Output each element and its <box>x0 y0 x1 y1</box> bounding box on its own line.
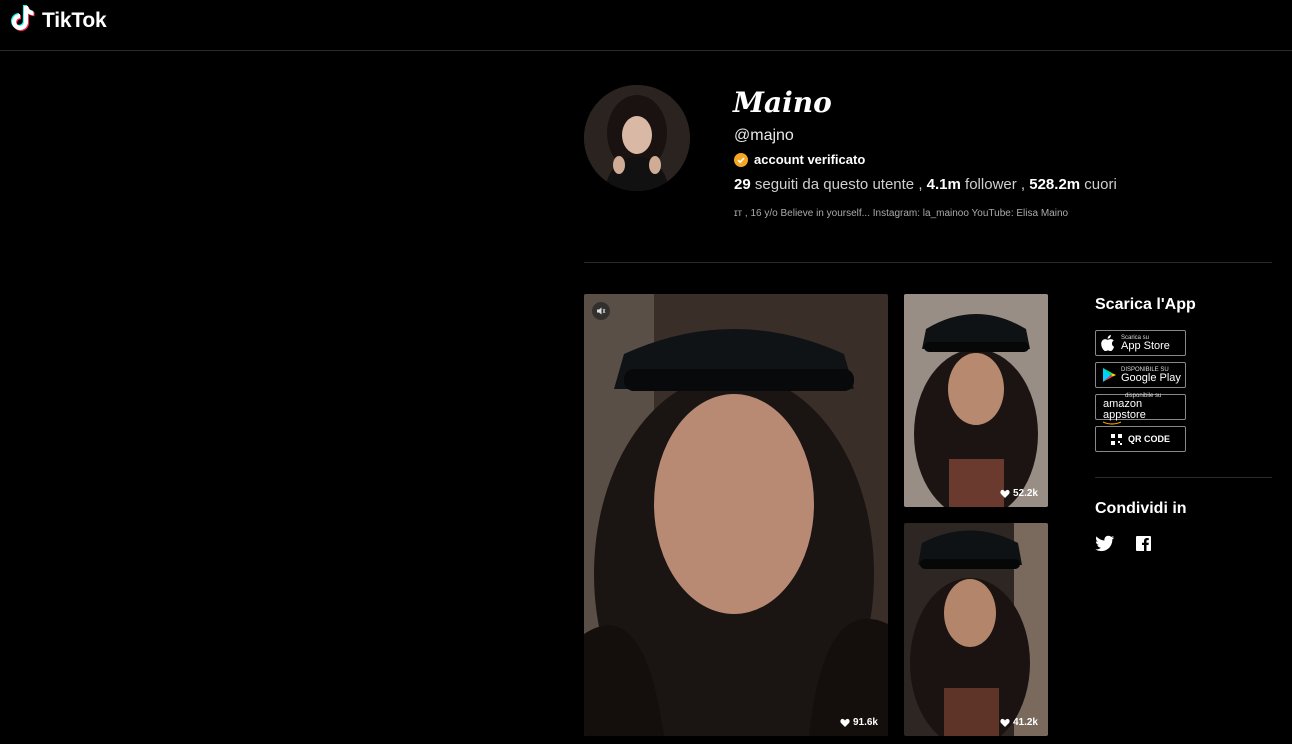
video-like-count: 41.2k <box>1000 717 1038 728</box>
verified-check-icon <box>734 152 748 167</box>
tiktok-logo-icon <box>11 4 37 37</box>
followers-label: follower <box>965 176 1017 193</box>
video-like-count: 52.2k <box>1000 488 1038 499</box>
app-store-button[interactable]: Scarica su App Store <box>1095 330 1186 356</box>
profile-display-name: Maino <box>733 86 832 119</box>
likes-label: cuori <box>1084 176 1117 193</box>
amazon-label: amazon appstore <box>1103 398 1146 421</box>
google-play-label: Google Play <box>1121 371 1181 384</box>
following-label: seguiti da questo utente <box>754 176 915 193</box>
divider <box>584 262 1272 263</box>
following-count: 29 <box>734 176 751 193</box>
video-thumbnail-1[interactable]: 91.6k <box>584 294 888 736</box>
top-bar: TikTok <box>0 0 1292 51</box>
followers-count: 4.1m <box>926 176 961 193</box>
video-thumbnail-2[interactable]: 52.2k <box>904 294 1048 507</box>
app-store-label: App Store <box>1121 339 1170 352</box>
amazon-appstore-button[interactable]: disponibile su amazon appstore <box>1095 393 1186 425</box>
profile-stats: 29 seguiti da questo utente , 4.1m follo… <box>734 176 1117 193</box>
heart-icon <box>840 718 850 727</box>
download-app-title: Scarica l'App <box>1095 296 1196 313</box>
amazon-icon <box>1102 412 1122 425</box>
profile-bio: ɪᴛ , 16 y/o Believe in yourself... Insta… <box>734 208 1069 219</box>
qr-code-button[interactable]: QR CODE <box>1095 426 1186 452</box>
facebook-icon[interactable] <box>1135 535 1155 558</box>
sidebar-divider <box>1095 477 1272 478</box>
qr-code-label: QR CODE <box>1127 434 1170 444</box>
heart-icon <box>1000 718 1010 727</box>
logo-text: TikTok <box>42 8 107 32</box>
apple-icon <box>1101 335 1115 351</box>
tiktok-logo[interactable]: TikTok <box>11 4 107 37</box>
twitter-icon[interactable] <box>1095 535 1115 558</box>
video-like-count: 91.6k <box>840 717 878 728</box>
avatar <box>584 85 690 191</box>
mute-icon[interactable] <box>592 302 610 320</box>
google-play-icon <box>1103 368 1116 382</box>
share-icons <box>1095 535 1175 558</box>
heart-icon <box>1000 489 1010 498</box>
verified-text: account verificato <box>754 152 866 167</box>
verified-label: account verificato <box>734 152 865 167</box>
profile-handle: @majno <box>734 127 794 144</box>
google-play-button[interactable]: DISPONIBILE SU Google Play <box>1095 362 1186 388</box>
qr-code-icon <box>1110 433 1122 445</box>
share-title: Condividi in <box>1095 500 1187 517</box>
likes-count: 528.2m <box>1029 176 1081 193</box>
video-thumbnail-3[interactable]: 41.2k <box>904 523 1048 736</box>
